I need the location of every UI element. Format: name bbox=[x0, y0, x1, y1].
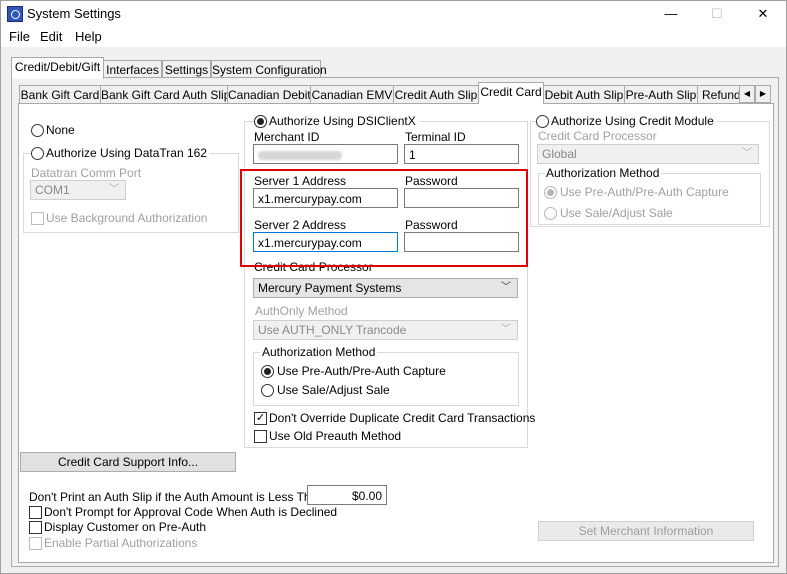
background-auth-label: Use Background Authorization bbox=[46, 211, 208, 225]
comm-port-select[interactable]: COM1 ﹀ bbox=[30, 180, 126, 200]
auth-slip-threshold-label: Don't Print an Auth Slip if the Auth Amo… bbox=[29, 490, 324, 504]
menu-bar: File Edit Help bbox=[1, 27, 786, 47]
merchant-id-redacted bbox=[258, 151, 342, 161]
dsi-sale-radio[interactable] bbox=[261, 384, 274, 397]
set-merchant-information-button[interactable]: Set Merchant Information bbox=[538, 521, 754, 541]
maximize-button[interactable]: ☐ bbox=[694, 1, 740, 27]
dont-override-label: Don't Override Duplicate Credit Card Tra… bbox=[269, 411, 536, 425]
right-sale-label: Use Sale/Adjust Sale bbox=[560, 206, 673, 220]
dont-prompt-checkbox[interactable] bbox=[29, 506, 42, 519]
menu-file[interactable]: File bbox=[9, 29, 30, 44]
chevron-down-icon: ﹀ bbox=[742, 148, 752, 159]
right-preauth-label: Use Pre-Auth/Pre-Auth Capture bbox=[560, 185, 729, 199]
menu-help[interactable]: Help bbox=[75, 29, 102, 44]
background-auth-checkbox[interactable] bbox=[31, 212, 44, 225]
dont-prompt-label: Don't Prompt for Approval Code When Auth… bbox=[44, 505, 338, 519]
title-bar: System Settings — ☐ ✕ bbox=[1, 1, 786, 27]
credit-module-radio[interactable] bbox=[536, 115, 549, 128]
tab-canadian-emv[interactable]: Canadian EMV bbox=[310, 85, 394, 104]
partial-auth-checkbox[interactable] bbox=[29, 537, 42, 550]
dont-override-checkbox[interactable]: ✓ bbox=[254, 412, 267, 425]
terminal-id-label: Terminal ID bbox=[405, 130, 466, 144]
right-auth-method-label: Authorization Method bbox=[544, 166, 662, 180]
authonly-method-select[interactable]: Use AUTH_ONLY Trancode ﹀ bbox=[253, 320, 518, 340]
comm-port-label: Datatran Comm Port bbox=[31, 166, 142, 180]
dsi-preauth-label: Use Pre-Auth/Pre-Auth Capture bbox=[277, 364, 446, 378]
tab-credit-card[interactable]: Credit Card bbox=[478, 82, 544, 104]
close-button[interactable]: ✕ bbox=[740, 1, 786, 27]
right-sale-radio[interactable] bbox=[544, 207, 557, 220]
processor-select[interactable]: Mercury Payment Systems ﹀ bbox=[253, 278, 518, 298]
dsiclientx-label: Authorize Using DSIClientX bbox=[269, 114, 419, 128]
datatran-label: Authorize Using DataTran 162 bbox=[46, 146, 210, 160]
datatran-radio[interactable] bbox=[31, 147, 44, 160]
old-preauth-label: Use Old Preauth Method bbox=[269, 429, 402, 443]
dsi-preauth-radio[interactable] bbox=[261, 365, 274, 378]
credit-card-support-info-button[interactable]: Credit Card Support Info... bbox=[20, 452, 236, 472]
old-preauth-checkbox[interactable] bbox=[254, 430, 267, 443]
chevron-down-icon: ﹀ bbox=[109, 184, 119, 195]
terminal-id-input[interactable]: 1 bbox=[404, 144, 519, 164]
minimize-button[interactable]: — bbox=[648, 1, 694, 27]
partial-auth-label: Enable Partial Authorizations bbox=[44, 536, 198, 550]
none-radio[interactable] bbox=[31, 124, 44, 137]
right-processor-label: Credit Card Processor bbox=[538, 129, 657, 143]
tab-credit-debit-gift[interactable]: Credit/Debit/Gift bbox=[11, 57, 104, 79]
right-processor-select[interactable]: Global ﹀ bbox=[537, 144, 759, 164]
tab-refund[interactable]: Refund bbox=[697, 85, 745, 104]
highlight-box bbox=[240, 169, 528, 267]
tab-debit-auth-slip[interactable]: Debit Auth Slip bbox=[543, 85, 625, 104]
dsi-auth-method-group bbox=[253, 352, 519, 406]
tab-canadian-debit[interactable]: Canadian Debit bbox=[227, 85, 311, 104]
chevron-down-icon: ﹀ bbox=[501, 324, 511, 335]
chevron-down-icon: ﹀ bbox=[501, 282, 511, 293]
app-icon bbox=[7, 6, 23, 22]
system-settings-window: System Settings — ☐ ✕ File Edit Help Cre… bbox=[0, 0, 787, 574]
tab-bank-gift-card-auth-slip[interactable]: Bank Gift Card Auth Slip bbox=[100, 85, 230, 104]
right-preauth-radio[interactable] bbox=[544, 186, 557, 199]
tab-pre-auth-slip[interactable]: Pre-Auth Slip bbox=[624, 85, 698, 104]
dsi-auth-method-label: Authorization Method bbox=[260, 345, 378, 359]
merchant-id-input[interactable] bbox=[253, 144, 398, 164]
none-label: None bbox=[46, 123, 75, 137]
tab-bank-gift-card[interactable]: Bank Gift Card bbox=[19, 85, 101, 104]
merchant-id-label: Merchant ID bbox=[254, 130, 320, 144]
tab-scroll-left-icon[interactable]: ◀ bbox=[739, 85, 755, 103]
menu-edit[interactable]: Edit bbox=[40, 29, 62, 44]
dsi-sale-label: Use Sale/Adjust Sale bbox=[277, 383, 390, 397]
display-customer-label: Display Customer on Pre-Auth bbox=[44, 520, 207, 534]
tab-scroll-right-icon[interactable]: ▶ bbox=[755, 85, 771, 103]
credit-module-label: Authorize Using Credit Module bbox=[551, 114, 717, 128]
tab-credit-auth-slip[interactable]: Credit Auth Slip bbox=[393, 85, 479, 104]
window-title: System Settings bbox=[27, 6, 121, 21]
display-customer-checkbox[interactable] bbox=[29, 521, 42, 534]
authonly-method-label: AuthOnly Method bbox=[255, 304, 348, 318]
auth-slip-threshold-input[interactable]: $0.00 bbox=[307, 485, 387, 505]
dsiclientx-radio-selected[interactable] bbox=[254, 115, 267, 128]
